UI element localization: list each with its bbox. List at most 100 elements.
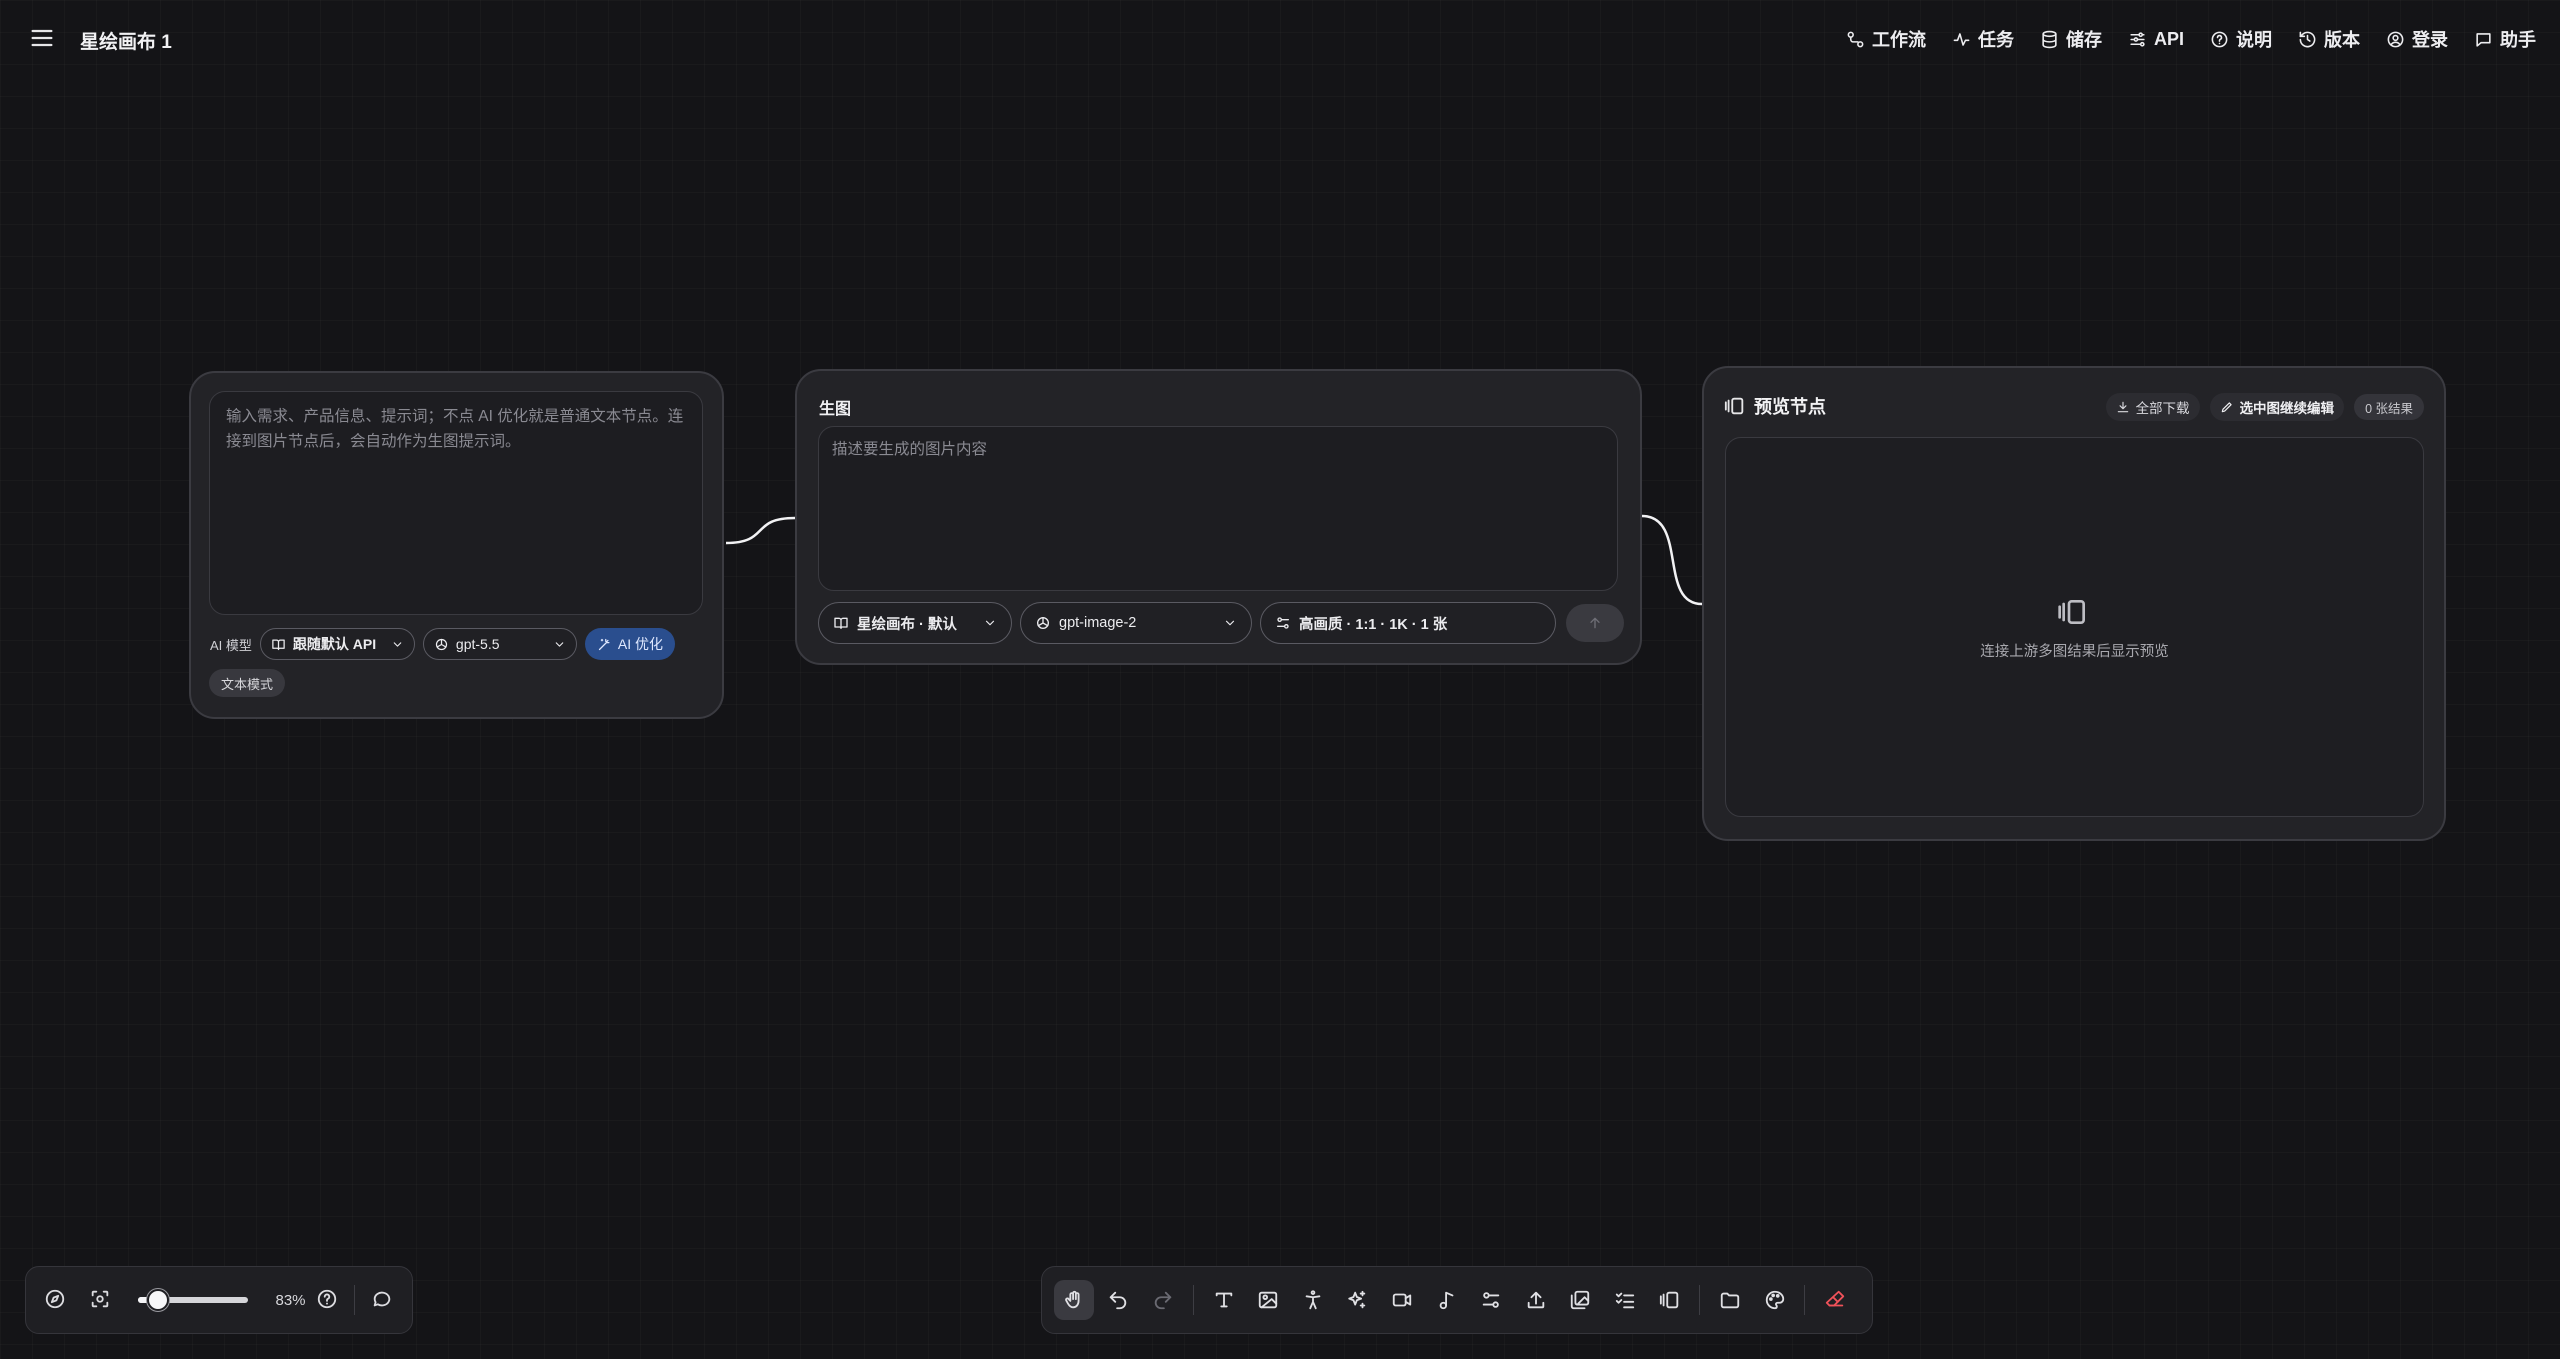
nav-version[interactable]: 版本 <box>2298 22 2360 56</box>
divider <box>1699 1285 1701 1315</box>
ai-model-label: AI 模型 <box>210 637 252 653</box>
model-select[interactable]: gpt-5.5 <box>422 628 577 660</box>
checklist-button[interactable] <box>1605 1280 1645 1320</box>
figure-tool-button[interactable] <box>1293 1280 1333 1320</box>
user-circle-icon <box>2387 31 2404 47</box>
ai-tool-button[interactable] <box>1338 1280 1378 1320</box>
chevron-down-icon <box>985 620 995 626</box>
arrow-up-icon <box>1590 617 1600 629</box>
text-node-controls: AI 模型 跟随默认 API gpt-5.5 AI 优化 <box>210 628 676 660</box>
edit-selected-button[interactable]: 选中图继续编辑 <box>2209 393 2345 421</box>
nav-label: API <box>2153 28 2184 49</box>
divider <box>1192 1285 1194 1315</box>
images-icon <box>1571 1290 1590 1310</box>
image-model-value: gpt-image-2 <box>1059 615 1137 631</box>
focus-icon <box>91 1290 108 1308</box>
undo-icon <box>1110 1291 1127 1310</box>
palette-icon <box>1765 1290 1784 1310</box>
settings-tool-button[interactable] <box>1471 1280 1511 1320</box>
preview-actions: 全部下载 选中图继续编辑 0 张结果 <box>2105 393 2424 421</box>
preview-node[interactable]: 预览节点 全部下载 选中图继续编辑 0 张结果 连接上游多图结果后显示预览 <box>1702 366 2446 841</box>
chat-button[interactable] <box>371 1288 394 1312</box>
image-model-select[interactable]: gpt-image-2 <box>1020 602 1252 644</box>
text-node-input[interactable]: 输入需求、产品信息、提示词；不点 AI 优化就是普通文本节点。连接到图片节点后，… <box>209 391 703 615</box>
preview-empty-text: 连接上游多图结果后显示预览 <box>1980 644 2169 660</box>
zoom-slider-thumb[interactable] <box>147 1289 170 1311</box>
hamburger-icon <box>31 29 53 47</box>
zoom-value: 83% <box>275 1291 306 1309</box>
book-icon <box>272 639 285 650</box>
pencil-icon <box>2221 402 2232 413</box>
zoom-slider[interactable] <box>137 1289 248 1311</box>
nav-label: 储存 <box>2065 30 2102 50</box>
image-gen-node[interactable]: 生图 描述要生成的图片内容 星绘画布 · 默认 gpt-image-2 高画质 … <box>795 369 1642 665</box>
preset-select[interactable]: 星绘画布 · 默认 <box>818 602 1012 644</box>
clear-canvas-button[interactable] <box>1815 1280 1855 1320</box>
sliders-icon <box>2130 31 2145 47</box>
preview-tool-button[interactable] <box>1650 1280 1690 1320</box>
workflow-icon <box>1847 31 1864 47</box>
help-circle-icon <box>317 1289 336 1309</box>
fit-view-button[interactable] <box>89 1288 112 1312</box>
help-button[interactable] <box>316 1288 339 1312</box>
undo-button[interactable] <box>1099 1280 1139 1320</box>
generate-button[interactable] <box>1566 604 1624 642</box>
settings-sliders-icon <box>1277 617 1289 629</box>
folder-icon <box>1720 1292 1740 1309</box>
theme-button[interactable] <box>1755 1280 1795 1320</box>
api-select-value: 跟随默认 API <box>292 636 377 652</box>
upload-icon <box>1527 1291 1544 1309</box>
nav-login[interactable]: 登录 <box>2386 22 2448 56</box>
figure-icon <box>1305 1290 1321 1310</box>
nav-tasks[interactable]: 任务 <box>1952 22 2014 56</box>
openai-icon <box>435 638 448 650</box>
multi-image-button[interactable] <box>1561 1280 1601 1320</box>
menu-button[interactable] <box>28 24 56 52</box>
nav-label: 说明 <box>2236 30 2272 50</box>
hand-tool-button[interactable] <box>1054 1280 1094 1320</box>
ai-optimize-label: AI 优化 <box>617 636 664 652</box>
text-mode-button[interactable]: 文本模式 <box>209 669 286 697</box>
view-controls: 83% <box>25 1266 413 1334</box>
image-gen-controls: 星绘画布 · 默认 gpt-image-2 高画质 · 1:1 · 1K · 1… <box>818 602 1624 644</box>
nav-label: 版本 <box>2324 30 2360 50</box>
nav-label: 工作流 <box>1871 30 1926 50</box>
activity-icon <box>1953 32 1970 46</box>
audio-tool-button[interactable] <box>1427 1280 1467 1320</box>
model-select-value: gpt-5.5 <box>455 636 500 652</box>
nav-label: 助手 <box>2500 30 2536 50</box>
image-settings-select[interactable]: 高画质 · 1:1 · 1K · 1 张 <box>1260 602 1556 644</box>
image-prompt-input[interactable]: 描述要生成的图片内容 <box>818 426 1618 591</box>
book-icon <box>834 617 848 629</box>
database-icon <box>2042 30 2057 48</box>
nav-storage[interactable]: 储存 <box>2040 22 2102 56</box>
chat-bubble-icon <box>373 1291 391 1307</box>
nav-workflow[interactable]: 工作流 <box>1846 22 1926 56</box>
compass-button[interactable] <box>44 1288 67 1312</box>
image-tool-button[interactable] <box>1248 1280 1288 1320</box>
api-select[interactable]: 跟随默认 API <box>259 628 415 660</box>
text-node[interactable]: 输入需求、产品信息、提示词；不点 AI 优化就是普通文本节点。连接到图片节点后，… <box>189 371 724 719</box>
openai-icon <box>1037 617 1049 629</box>
nav-label: 任务 <box>1977 30 2014 50</box>
divider <box>1804 1285 1806 1315</box>
ai-optimize-button[interactable]: AI 优化 <box>584 628 676 660</box>
download-all-label: 全部下载 <box>2135 401 2190 416</box>
download-all-button[interactable]: 全部下载 <box>2105 393 2200 421</box>
redo-button[interactable] <box>1143 1280 1183 1320</box>
sparkles-icon <box>1348 1290 1366 1309</box>
video-tool-button[interactable] <box>1382 1280 1422 1320</box>
upload-button[interactable] <box>1516 1280 1556 1320</box>
eraser-icon <box>1826 1290 1845 1307</box>
history-icon <box>2299 31 2316 47</box>
text-tool-button[interactable] <box>1204 1280 1244 1320</box>
nav-api[interactable]: API <box>2128 22 2184 56</box>
nav-assistant[interactable]: 助手 <box>2474 22 2536 56</box>
open-folder-button[interactable] <box>1710 1280 1750 1320</box>
nav-help[interactable]: 说明 <box>2210 22 2272 56</box>
image-icon <box>1258 1291 1278 1309</box>
preview-header: 预览节点 <box>1724 393 1826 419</box>
edge-text-to-image <box>725 516 796 545</box>
nav-label: 登录 <box>2412 30 2448 50</box>
preview-area: 连接上游多图结果后显示预览 <box>1725 437 2424 817</box>
